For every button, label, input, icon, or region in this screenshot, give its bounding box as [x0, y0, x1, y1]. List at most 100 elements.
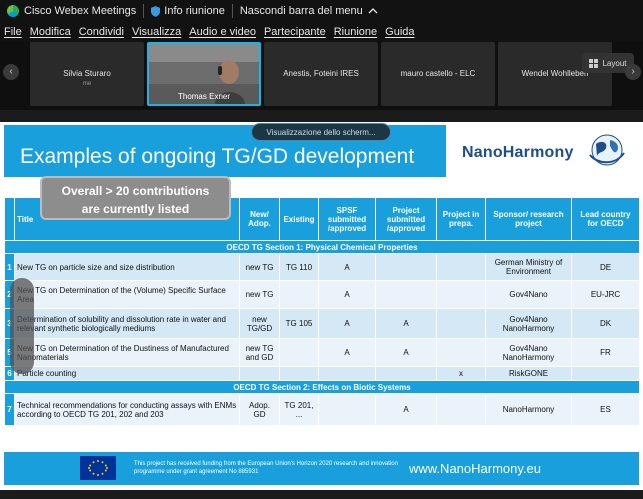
row-sponsor: Gov4Nano — [485, 280, 572, 309]
row-title: New TG on Determination of the Dustiness… — [14, 338, 240, 367]
row-title: New TG on Determination of the (Volume) … — [14, 280, 240, 309]
row-lead: DE — [571, 253, 640, 281]
row-existing — [279, 280, 319, 309]
hide-menu-button[interactable]: Nascondi barra del menu — [233, 0, 385, 22]
header-lead: Lead country for OECD — [571, 197, 640, 241]
row-project: A — [375, 338, 437, 367]
table-row: 6 Particle counting x RiskGONE — [4, 366, 640, 381]
header-existing: Existing — [279, 197, 319, 241]
menu-condividi[interactable]: Condividi — [79, 26, 124, 38]
webex-logo-icon — [7, 5, 19, 17]
participant-name: Thomas Exner — [177, 92, 231, 101]
row-project — [375, 253, 437, 281]
layout-label: Layout — [602, 58, 627, 68]
row-existing: TG 110 — [279, 253, 319, 281]
row-title: Particle counting — [14, 366, 240, 381]
hide-menu-label: Nascondi barra del menu — [239, 5, 363, 17]
floating-control-handle[interactable] — [10, 278, 34, 374]
participant-strip: ‹ Silvia Sturaro me Thomas Exner Anestis… — [0, 42, 643, 110]
menu-modifica[interactable]: Modifica — [30, 26, 71, 38]
tg-table: Title New/ Adop. Existing SPSF submitted… — [4, 197, 640, 426]
chevron-right-icon: › — [631, 66, 635, 77]
row-lead: EU-JRC — [571, 280, 640, 309]
row-spsf: A — [318, 338, 376, 367]
participant-tile[interactable]: Wendel Wohlleben — [498, 42, 612, 106]
app-title: Cisco Webex Meetings — [0, 0, 143, 22]
meeting-info-button[interactable]: Info riunione — [144, 0, 232, 22]
participant-name: Anestis, Foteini IRES — [283, 69, 359, 78]
menu-bar: File Modifica Condividi Visualizza Audio… — [0, 22, 643, 42]
row-title: New TG on particle size and size distrib… — [14, 253, 240, 281]
row-project: A — [375, 393, 437, 426]
participant-tile[interactable]: Silvia Sturaro me — [30, 42, 144, 106]
section-2-label: OECD TG Section 2: Effects on Biotic Sys… — [4, 380, 640, 394]
row-lead: FR — [571, 338, 640, 367]
layout-grid-icon — [589, 58, 599, 68]
row-existing: TG 201, ... — [279, 393, 319, 426]
row-new: new TG/GD — [239, 308, 280, 339]
header-project: Project submitted /approved — [375, 197, 437, 241]
row-prepa: x — [436, 366, 486, 381]
participant-tile[interactable]: Anestis, Foteini IRES — [264, 42, 378, 106]
section-row: OECD TG Section 2: Effects on Biotic Sys… — [4, 380, 640, 394]
row-number: 7 — [4, 393, 15, 426]
row-project: A — [375, 308, 437, 339]
row-prepa — [436, 280, 486, 309]
header-sponsor: Sponsor/ research project — [485, 197, 572, 241]
section-1-label: OECD TG Section 1: Physical Chemical Pro… — [4, 240, 640, 254]
row-project — [375, 366, 437, 381]
scroll-left-button[interactable]: ‹ — [3, 64, 19, 80]
project-url: www.NanoHarmony.eu — [409, 461, 541, 476]
row-prepa — [436, 338, 486, 367]
chevron-up-icon — [368, 8, 378, 14]
row-sponsor: German Ministry of Environment — [485, 253, 572, 281]
menu-riunione[interactable]: Riunione — [334, 26, 377, 38]
participant-tile[interactable]: mauro castello - ELC — [381, 42, 495, 106]
row-existing — [279, 338, 319, 367]
table-row: 5 New TG on Determination of the Dustine… — [4, 338, 640, 367]
row-sponsor: NanoHarmony — [485, 393, 572, 426]
funding-notice: This project has received funding from t… — [134, 461, 398, 475]
participant-tile-active-video[interactable]: Thomas Exner — [147, 42, 261, 106]
menu-partecipante[interactable]: Partecipante — [264, 26, 326, 38]
menu-guida[interactable]: Guida — [385, 26, 414, 38]
participant-name: mauro castello - ELC — [400, 69, 476, 78]
header-prepa: Project in prepa. — [436, 197, 486, 241]
app-name: Cisco Webex Meetings — [24, 5, 137, 17]
row-existing: TG 105 — [279, 308, 319, 339]
row-lead: DK — [571, 308, 640, 339]
screen-share-view-button[interactable]: Visualizzazione dello scherm... — [251, 123, 391, 141]
table-row: 1 New TG on particle size and size distr… — [4, 253, 640, 281]
row-prepa — [436, 253, 486, 281]
slide-title: Examples of ongoing TG/GD development — [20, 145, 415, 168]
row-new — [239, 366, 280, 381]
header-new-adop: New/ Adop. — [239, 197, 280, 241]
callout-line-2: are currently listed — [81, 202, 190, 216]
row-title: Determination of solubility and dissolut… — [14, 308, 240, 339]
menu-file[interactable]: File — [4, 26, 22, 38]
row-spsf: A — [318, 308, 376, 339]
shield-icon — [151, 5, 161, 17]
row-new: new TG and GD — [239, 338, 280, 367]
row-new: new TG — [239, 280, 280, 309]
row-existing — [279, 366, 319, 381]
scroll-right-button[interactable]: › — [625, 64, 641, 80]
table-row: 3 Determination of solubility and dissol… — [4, 308, 640, 339]
row-spsf: A — [318, 280, 376, 309]
logo-text: NanoHarmony — [462, 144, 574, 161]
globe-logo-icon — [589, 134, 625, 166]
table-row: 2 New TG on Determination of the (Volume… — [4, 280, 640, 309]
chevron-left-icon: ‹ — [9, 66, 13, 77]
row-sponsor: Gov4Nano NanoHarmony — [485, 308, 572, 339]
row-spsf — [318, 393, 376, 426]
row-title: Technical recommendations for conducting… — [14, 393, 240, 426]
nanoharmony-logo: NanoHarmony — [446, 125, 639, 177]
meeting-info-label: Info riunione — [164, 5, 225, 17]
row-new: new TG — [239, 253, 280, 281]
row-sponsor: Gov4Nano NanoHarmony — [485, 338, 572, 367]
row-project — [375, 280, 437, 309]
title-bar: Cisco Webex Meetings Info riunione Nasco… — [0, 0, 643, 22]
menu-visualizza[interactable]: Visualizza — [132, 26, 181, 38]
menu-audio-video[interactable]: Audio e video — [189, 26, 256, 38]
participant-name: Silvia Sturaro — [63, 69, 111, 78]
